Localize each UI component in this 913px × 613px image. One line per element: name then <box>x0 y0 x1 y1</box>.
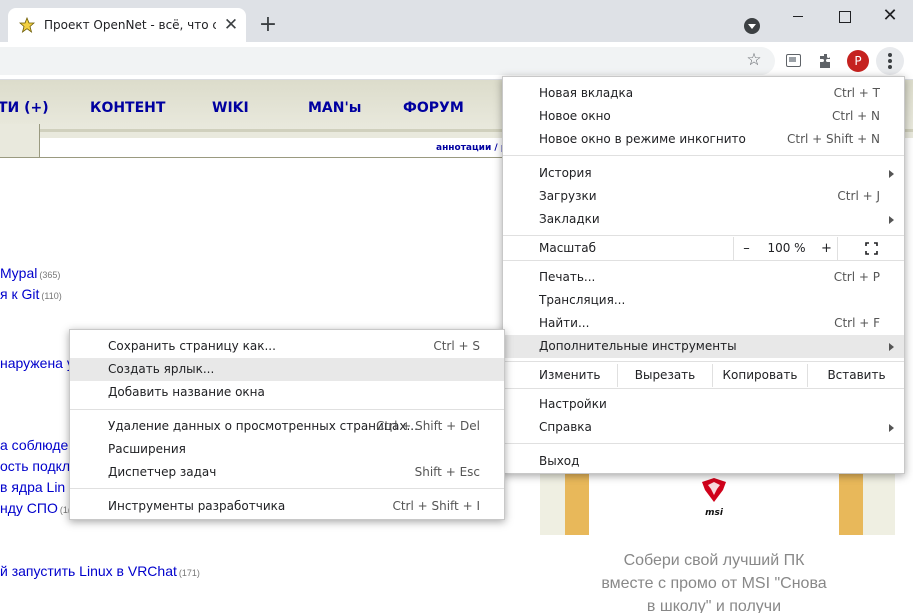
divider <box>40 157 560 158</box>
menu-separator <box>503 443 904 444</box>
fullscreen-icon[interactable] <box>865 242 878 255</box>
menu-separator <box>503 361 904 362</box>
submenu-arrow-icon <box>889 424 894 432</box>
cut-button[interactable]: Вырезать <box>617 364 712 387</box>
menu-item-bookmarks[interactable]: Закладки <box>503 208 904 231</box>
menu-separator <box>70 409 504 410</box>
content-tab <box>0 124 40 158</box>
menu-item-task-manager[interactable]: Диспетчер задач Shift + Esc <box>70 461 504 484</box>
plus-icon[interactable]: + <box>257 14 279 36</box>
news-item[interactable]: ость подкл <box>0 458 72 474</box>
menu-item-new-tab[interactable]: Новая вкладка Ctrl + T <box>503 82 904 105</box>
nav-link-forum[interactable]: ФОРУМ <box>403 100 464 116</box>
tab-title: Проект OpenNet - всё, что связано <box>44 18 216 32</box>
menu-item-more-tools[interactable]: Дополнительные инструменты <box>503 335 904 358</box>
menu-separator <box>503 235 904 236</box>
browser-tab[interactable]: Проект OpenNet - всё, что связано ✕ <box>8 8 246 42</box>
zoom-in-button[interactable]: + <box>814 237 839 260</box>
menu-item-downloads[interactable]: Загрузки Ctrl + J <box>503 185 904 208</box>
news-item[interactable]: а соблюде <box>0 437 70 453</box>
nav-link-news[interactable]: ТИ (+) <box>0 100 49 116</box>
news-item[interactable]: в ядра Lin <box>0 479 67 495</box>
copy-button[interactable]: Копировать <box>712 364 807 387</box>
paste-button[interactable]: Вставить <box>807 364 905 387</box>
chrome-main-menu: Новая вкладка Ctrl + T Новое окно Ctrl + N… <box>502 76 905 474</box>
news-item[interactable]: нду СПО (1( <box>0 500 71 516</box>
menu-item-cast[interactable]: Трансляция... <box>503 289 904 312</box>
zoom-value: 100 % <box>767 241 806 255</box>
puzzle-icon[interactable] <box>817 52 835 70</box>
menu-item-exit[interactable]: Выход <box>503 450 904 473</box>
menu-separator <box>503 260 904 261</box>
menu-item-extensions[interactable]: Расширения <box>70 438 504 461</box>
avatar[interactable]: P <box>847 50 869 72</box>
kebab-menu-icon[interactable] <box>876 47 904 75</box>
menu-item-print[interactable]: Печать... Ctrl + P <box>503 266 904 289</box>
more-tools-submenu: Сохранить страницу как... Ctrl + S Создат… <box>69 329 505 520</box>
cast-icon[interactable] <box>786 54 801 67</box>
menu-item-dev-tools[interactable]: Инструменты разработчика Ctrl + Shift + I <box>70 495 504 518</box>
bookmark-star-icon[interactable]: ☆ <box>745 51 763 69</box>
nav-link-man[interactable]: MAN'ы <box>308 100 361 116</box>
submenu-arrow-icon <box>889 216 894 224</box>
menu-item-new-window[interactable]: Новое окно Ctrl + N <box>503 105 904 128</box>
menu-item-zoom: Масштаб – 100 % + <box>503 237 904 260</box>
menu-item-settings[interactable]: Настройки <box>503 393 904 416</box>
nav-link-wiki[interactable]: WIKI <box>212 100 249 116</box>
annotation-link[interactable]: аннотации / р <box>436 143 507 153</box>
submenu-arrow-icon <box>889 343 894 351</box>
title-bar: Проект OpenNet - всё, что связано ✕ + ✕ <box>0 0 913 42</box>
zoom-out-button[interactable]: – <box>734 237 759 260</box>
address-bar[interactable] <box>0 47 775 75</box>
star-favicon <box>19 17 35 33</box>
maximize-icon[interactable] <box>821 0 867 32</box>
menu-separator <box>70 488 504 489</box>
menu-item-name-window[interactable]: Добавить название окна <box>70 381 504 404</box>
nav-link-content[interactable]: КОНТЕНТ <box>90 100 165 116</box>
zoom-controls: – 100 % + <box>733 237 838 260</box>
menu-item-create-shortcut[interactable]: Создать ярлык... <box>70 358 504 381</box>
msi-dragon-icon <box>702 478 726 502</box>
news-item[interactable]: й запустить Linux в VRChat (171) <box>0 563 200 579</box>
menu-separator <box>503 155 904 156</box>
toolbar: ☆ P <box>0 42 913 80</box>
minimize-icon[interactable] <box>775 0 821 32</box>
news-item[interactable]: Mypal (365) <box>0 265 60 281</box>
menu-item-help[interactable]: Справка <box>503 416 904 439</box>
menu-item-find[interactable]: Найти... Ctrl + F <box>503 312 904 335</box>
submenu-arrow-icon <box>889 170 894 178</box>
menu-item-history[interactable]: История <box>503 162 904 185</box>
ad-text: Собери свой лучший ПК вместе с промо от … <box>601 552 827 613</box>
window-close-icon[interactable]: ✕ <box>867 0 913 32</box>
news-item[interactable]: я к Git (110) <box>0 286 62 302</box>
msi-logo-text: msi <box>705 508 723 518</box>
menu-separator <box>503 388 904 389</box>
menu-item-incognito[interactable]: Новое окно в режиме инкогнито Ctrl + Shif… <box>503 128 904 151</box>
menu-item-save-page[interactable]: Сохранить страницу как... Ctrl + S <box>70 335 504 358</box>
news-item[interactable]: наружена у <box>0 355 76 371</box>
menu-item-clear-data[interactable]: Удаление данных о просмотренных страница… <box>70 415 504 438</box>
tab-search-icon[interactable] <box>744 18 760 34</box>
close-icon[interactable]: ✕ <box>222 16 240 34</box>
menu-item-edit: Изменить Вырезать Копировать Вставить <box>503 364 904 387</box>
